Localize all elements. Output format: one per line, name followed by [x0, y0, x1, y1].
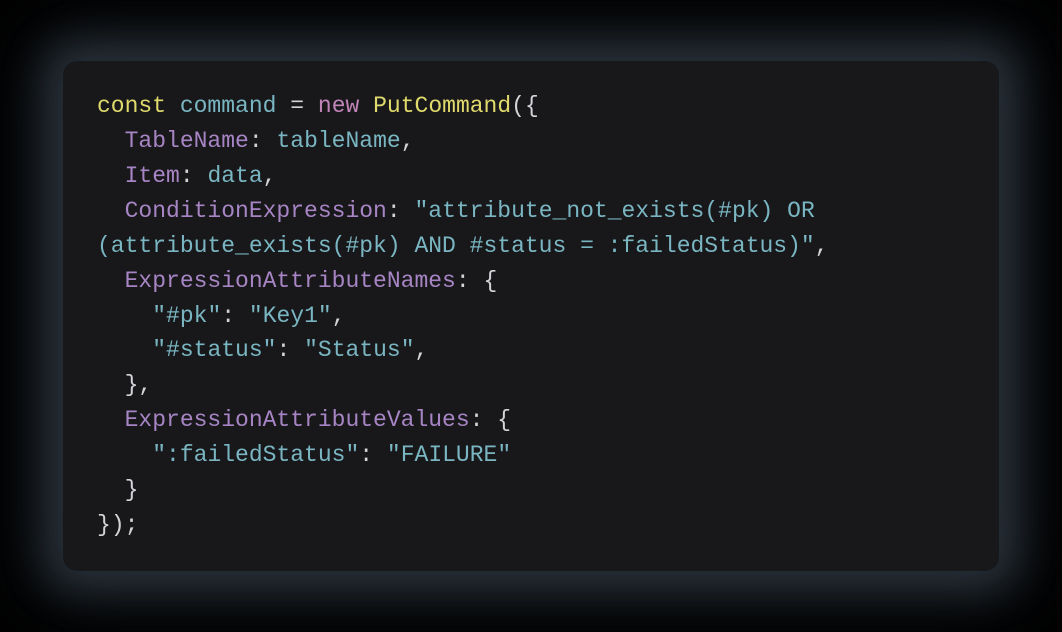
comma: ,	[332, 303, 346, 329]
close-brace: }	[125, 477, 139, 503]
comma: ,	[138, 372, 152, 398]
colon: :	[359, 442, 373, 468]
colon: :	[456, 268, 470, 294]
colon: :	[276, 337, 290, 363]
quote: "	[497, 442, 511, 468]
open-paren: (	[511, 93, 525, 119]
quote: "	[152, 442, 166, 468]
quote: "	[414, 198, 428, 224]
open-brace: {	[497, 407, 511, 433]
semicolon: ;	[125, 512, 139, 538]
colon: :	[249, 128, 263, 154]
close-brace: }	[97, 512, 111, 538]
variable-command: command	[180, 93, 277, 119]
prop-tablename: TableName	[125, 128, 249, 154]
string-pk-val: Key1	[263, 303, 318, 329]
open-brace: {	[484, 268, 498, 294]
quote: "	[152, 303, 166, 329]
quote: "	[345, 442, 359, 468]
code-panel: const command = new PutCommand({ TableNa…	[63, 61, 999, 571]
quote: "	[249, 303, 263, 329]
close-paren: )	[111, 512, 125, 538]
string-status-val: Status	[318, 337, 401, 363]
comma: ,	[263, 163, 277, 189]
colon: :	[470, 407, 484, 433]
prop-conditionexpression: ConditionExpression	[125, 198, 387, 224]
colon: :	[387, 198, 401, 224]
code-block: const command = new PutCommand({ TableNa…	[97, 89, 965, 543]
colon: :	[180, 163, 194, 189]
keyword-const: const	[97, 93, 166, 119]
prop-expressionattributevalues: ExpressionAttributeValues	[125, 407, 470, 433]
prop-expressionattributenames: ExpressionAttributeNames	[125, 268, 456, 294]
quote: "	[152, 337, 166, 363]
keyword-new: new	[318, 93, 359, 119]
quote: "	[401, 337, 415, 363]
quote: "	[318, 303, 332, 329]
class-putcommand: PutCommand	[373, 93, 511, 119]
prop-item: Item	[125, 163, 180, 189]
quote: "	[263, 337, 277, 363]
quote: "	[207, 303, 221, 329]
comma: ,	[815, 233, 829, 259]
comma: ,	[415, 337, 429, 363]
ident-data: data	[207, 163, 262, 189]
comma: ,	[401, 128, 415, 154]
quote: "	[304, 337, 318, 363]
code-snippet-container: const command = new PutCommand({ TableNa…	[0, 0, 1062, 632]
quote: "	[801, 233, 815, 259]
open-brace: {	[525, 93, 539, 119]
operator-eq: =	[290, 93, 304, 119]
ident-tablename: tableName	[276, 128, 400, 154]
colon: :	[221, 303, 235, 329]
quote: "	[387, 442, 401, 468]
string-pk-key: #pk	[166, 303, 207, 329]
string-failedstatus-key: :failedStatus	[166, 442, 345, 468]
close-brace: }	[125, 372, 139, 398]
string-status-key: #status	[166, 337, 263, 363]
string-failedstatus-val: FAILURE	[401, 442, 498, 468]
